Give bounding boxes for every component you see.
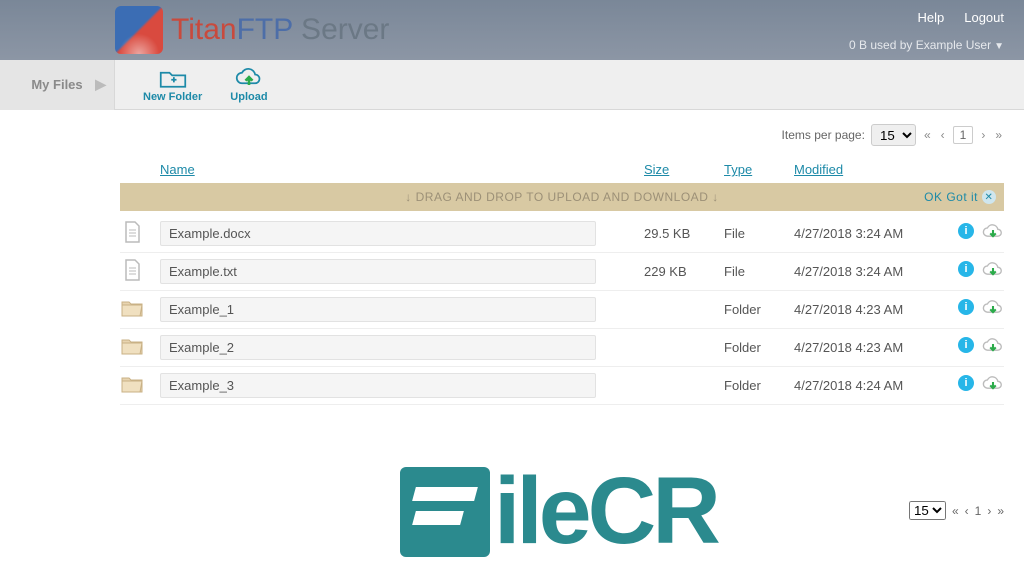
usage-indicator[interactable]: 0 B used by Example User▼ xyxy=(849,38,1004,52)
drag-drop-banner: ↓ DRAG AND DROP TO UPLOAD AND DOWNLOAD ↓… xyxy=(120,183,1004,211)
brand-text: TitanFTP Server xyxy=(171,13,389,47)
file-icon xyxy=(120,220,160,247)
file-icon xyxy=(120,258,160,285)
col-modified[interactable]: Modified xyxy=(794,162,934,177)
file-modified: 4/27/2018 4:23 AM xyxy=(794,340,934,355)
pager-prev[interactable]: ‹ xyxy=(939,128,947,142)
sidebar-label: My Files xyxy=(31,77,82,92)
table-row: Example_1 Folder4/27/2018 4:23 AM i xyxy=(120,291,1004,329)
download-button[interactable] xyxy=(982,375,1004,396)
pager-top: Items per page: 15 « ‹ 1 › » xyxy=(120,110,1004,156)
items-per-page-select[interactable]: 15 xyxy=(871,124,916,146)
app-header: TitanFTP Server Help Logout 0 B used by … xyxy=(0,0,1024,60)
new-folder-label: New Folder xyxy=(143,91,202,103)
info-button[interactable]: i xyxy=(958,375,974,391)
brand-logo: TitanFTP Server xyxy=(115,6,389,54)
folder-icon xyxy=(120,372,160,399)
file-size: 29.5 KB xyxy=(644,226,724,241)
chevron-right-icon: ▶ xyxy=(95,76,106,93)
banner-text: ↓ DRAG AND DROP TO UPLOAD AND DOWNLOAD ↓ xyxy=(405,190,718,204)
col-type[interactable]: Type xyxy=(724,162,794,177)
file-modified: 4/27/2018 3:24 AM xyxy=(794,226,934,241)
upload-label: Upload xyxy=(230,91,267,103)
watermark-text: ileCR xyxy=(494,457,717,566)
file-type: Folder xyxy=(724,378,794,393)
chevron-down-icon: ▼ xyxy=(994,41,1004,52)
table-header: Name Size Type Modified xyxy=(120,156,1004,183)
table-row: Example.docx 29.5 KBFile4/27/2018 3:24 AM… xyxy=(120,215,1004,253)
file-table: Name Size Type Modified ↓ DRAG AND DROP … xyxy=(120,156,1004,405)
toolbar: My Files ▶ New Folder Upload xyxy=(0,60,1024,110)
pager-current-bottom: 1 xyxy=(975,504,982,518)
file-type: Folder xyxy=(724,340,794,355)
download-button[interactable] xyxy=(982,223,1004,244)
info-button[interactable]: i xyxy=(958,337,974,353)
file-size: 229 KB xyxy=(644,264,724,279)
col-size[interactable]: Size xyxy=(644,162,724,177)
file-name: Example_3 xyxy=(160,373,596,398)
file-type: Folder xyxy=(724,302,794,317)
pager-first[interactable]: « xyxy=(922,128,933,142)
file-name: Example_1 xyxy=(160,297,596,322)
cloud-upload-icon xyxy=(235,67,263,89)
folder-plus-icon xyxy=(159,67,187,89)
file-name-cell[interactable]: Example.docx xyxy=(160,221,644,246)
username: Example User xyxy=(916,38,991,52)
sidebar-tab-myfiles[interactable]: My Files ▶ xyxy=(0,60,115,110)
info-button[interactable]: i xyxy=(958,261,974,277)
download-button[interactable] xyxy=(982,299,1004,320)
file-modified: 4/27/2018 4:24 AM xyxy=(794,378,934,393)
pager-first-bottom[interactable]: « xyxy=(952,504,959,518)
folder-icon xyxy=(120,296,160,323)
ok-got-it-label: OK Got it xyxy=(924,190,978,204)
file-name: Example.docx xyxy=(160,221,596,246)
logout-link[interactable]: Logout xyxy=(964,10,1004,25)
download-button[interactable] xyxy=(982,261,1004,282)
file-name-cell[interactable]: Example_2 xyxy=(160,335,644,360)
pager-label: Items per page: xyxy=(782,128,865,142)
file-name-cell[interactable]: Example.txt xyxy=(160,259,644,284)
top-nav: Help Logout xyxy=(917,10,1004,25)
file-name: Example_2 xyxy=(160,335,596,360)
file-name-cell[interactable]: Example_3 xyxy=(160,373,644,398)
col-name[interactable]: Name xyxy=(160,162,644,177)
new-folder-button[interactable]: New Folder xyxy=(143,67,202,103)
folder-icon xyxy=(120,334,160,361)
file-name: Example.txt xyxy=(160,259,596,284)
file-type: File xyxy=(724,264,794,279)
usage-text: 0 B used by xyxy=(849,38,916,52)
items-per-page-select-bottom[interactable]: 15 xyxy=(909,501,946,520)
content-area: Items per page: 15 « ‹ 1 › » Name Size T… xyxy=(0,110,1024,405)
logo-icon xyxy=(115,6,163,54)
pager-last[interactable]: » xyxy=(993,128,1004,142)
pager-next[interactable]: › xyxy=(979,128,987,142)
file-modified: 4/27/2018 4:23 AM xyxy=(794,302,934,317)
info-button[interactable]: i xyxy=(958,223,974,239)
dismiss-banner-button[interactable]: OK Got it ✕ xyxy=(924,190,996,204)
table-row: Example_2 Folder4/27/2018 4:23 AM i xyxy=(120,329,1004,367)
download-button[interactable] xyxy=(982,337,1004,358)
pager-next-bottom[interactable]: › xyxy=(987,504,991,518)
pager-prev-bottom[interactable]: ‹ xyxy=(965,504,969,518)
table-row: Example.txt 229 KBFile4/27/2018 3:24 AM i xyxy=(120,253,1004,291)
help-link[interactable]: Help xyxy=(917,10,944,25)
pager-bottom: 15 « ‹ 1 › » xyxy=(909,501,1004,520)
file-type: File xyxy=(724,226,794,241)
pager-last-bottom[interactable]: » xyxy=(997,504,1004,518)
pager-current: 1 xyxy=(953,126,974,144)
close-icon: ✕ xyxy=(982,190,996,204)
file-name-cell[interactable]: Example_1 xyxy=(160,297,644,322)
watermark: ileCR xyxy=(400,457,717,566)
upload-button[interactable]: Upload xyxy=(230,67,267,103)
file-modified: 4/27/2018 3:24 AM xyxy=(794,264,934,279)
table-row: Example_3 Folder4/27/2018 4:24 AM i xyxy=(120,367,1004,405)
watermark-icon xyxy=(400,467,490,557)
info-button[interactable]: i xyxy=(958,299,974,315)
